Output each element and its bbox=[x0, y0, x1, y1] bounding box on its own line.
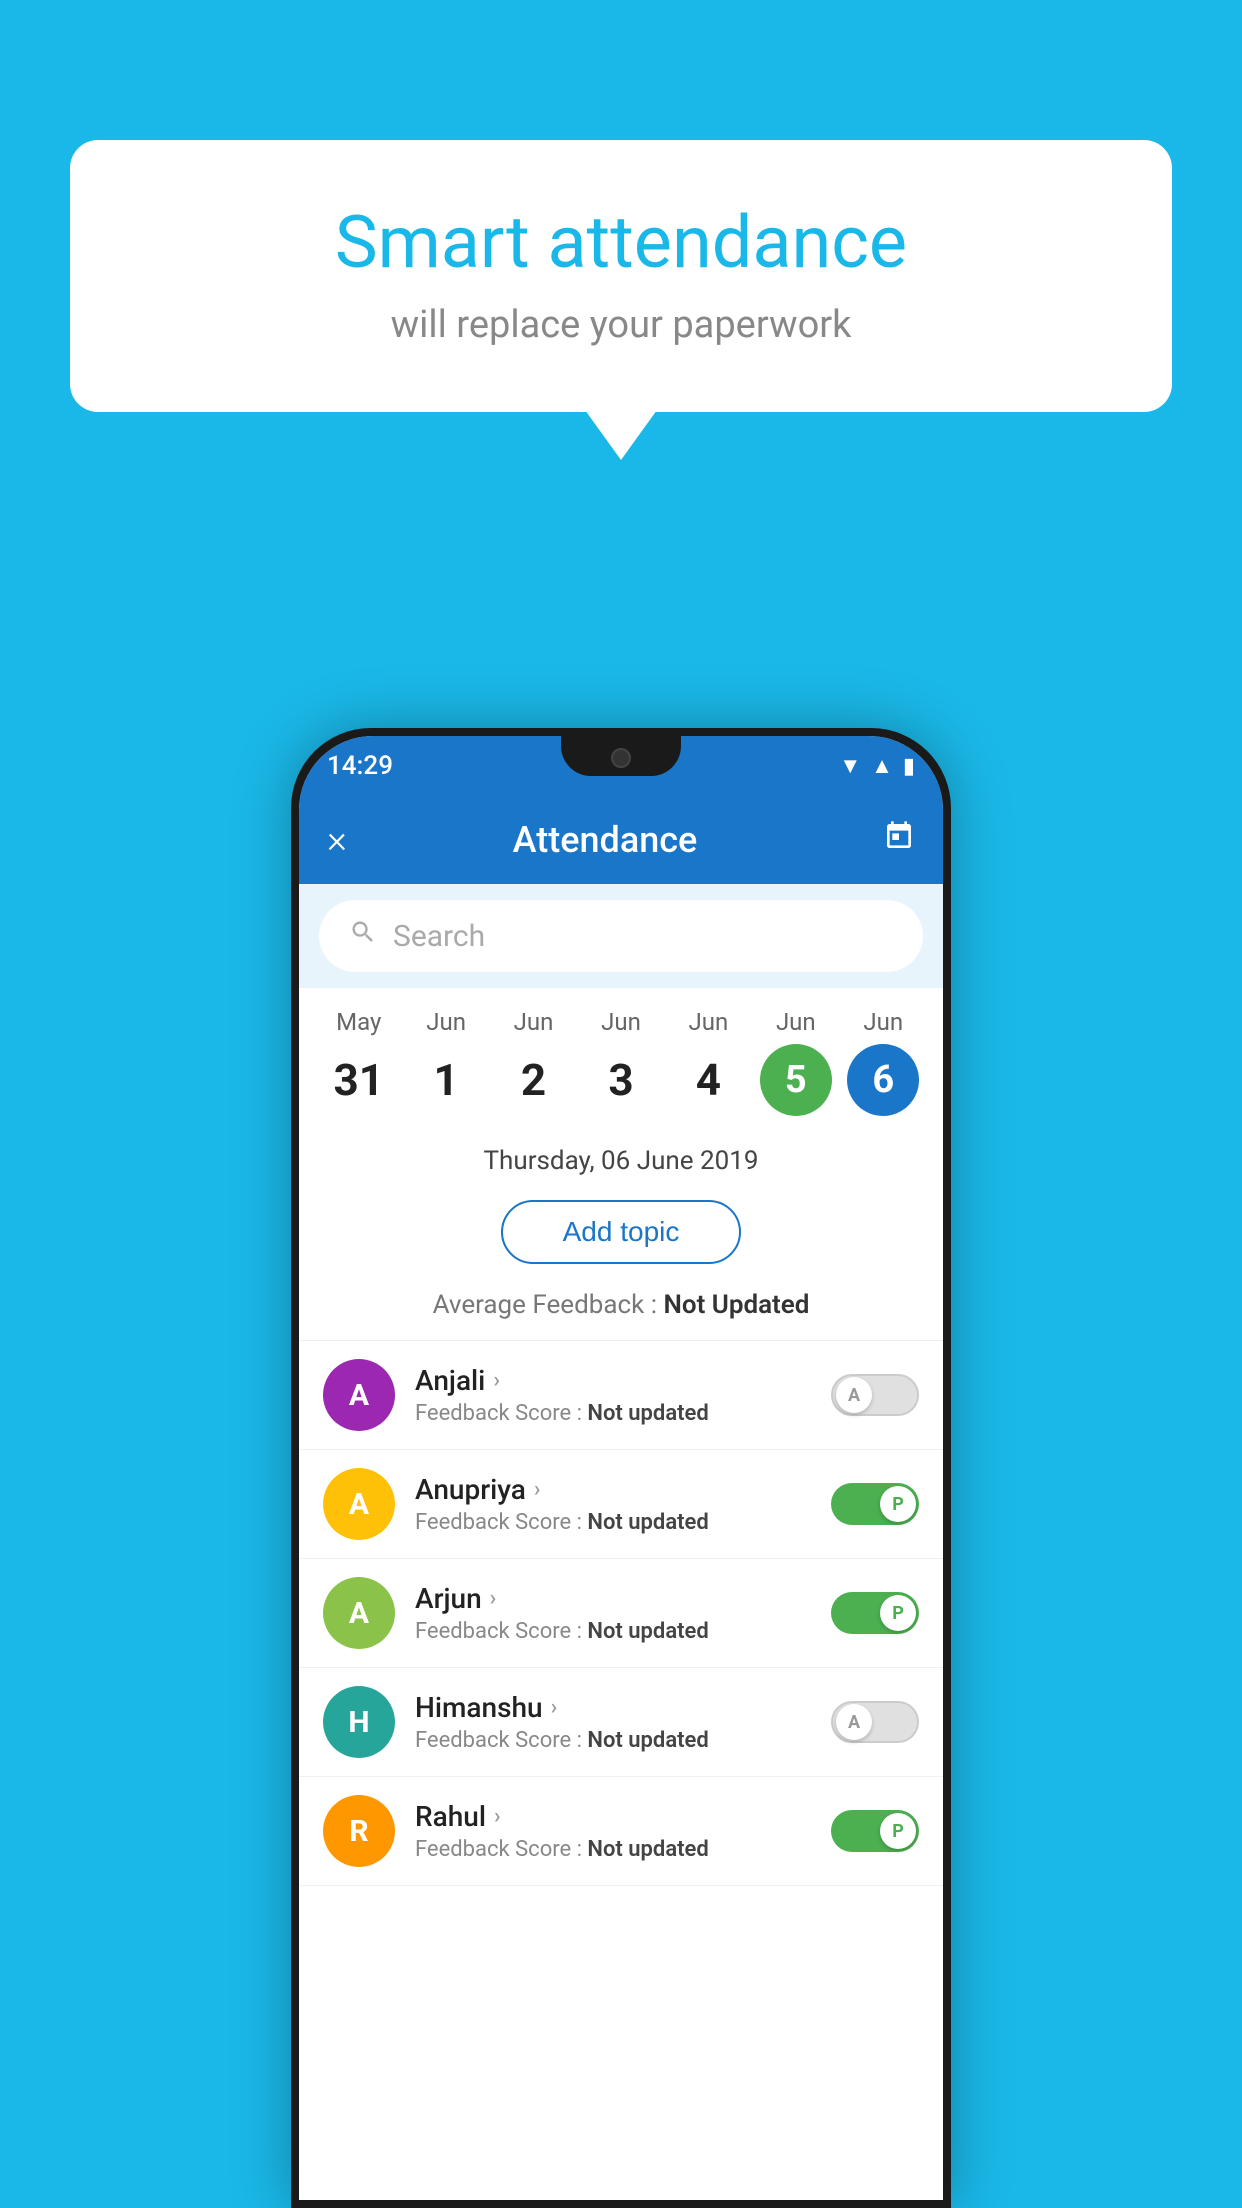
add-topic-wrapper: Add topic bbox=[299, 1186, 943, 1282]
search-bar[interactable]: Search bbox=[319, 900, 923, 972]
student-feedback-2: Feedback Score : Not updated bbox=[415, 1619, 811, 1644]
speech-bubble: Smart attendance will replace your paper… bbox=[70, 140, 1172, 412]
battery-icon: ▮ bbox=[903, 754, 915, 779]
date-item-2[interactable]: Jun 2 bbox=[498, 1008, 570, 1116]
toggle-knob-1: P bbox=[880, 1486, 916, 1522]
student-info-0: Anjali › Feedback Score : Not updated bbox=[415, 1364, 811, 1426]
student-feedback-3: Feedback Score : Not updated bbox=[415, 1728, 811, 1753]
camera-dot bbox=[611, 748, 631, 768]
student-avatar-4: R bbox=[323, 1795, 395, 1867]
date-month-3: Jun bbox=[601, 1008, 641, 1036]
date-day-4: 4 bbox=[672, 1044, 744, 1116]
date-day-6: 6 bbox=[847, 1044, 919, 1116]
date-item-5[interactable]: Jun 5 bbox=[760, 1008, 832, 1116]
student-info-1: Anupriya › Feedback Score : Not updated bbox=[415, 1473, 811, 1535]
date-month-2: Jun bbox=[514, 1008, 554, 1036]
date-month-0: May bbox=[336, 1008, 381, 1036]
chevron-icon-1: › bbox=[534, 1477, 541, 1502]
student-name-0: Anjali › bbox=[415, 1364, 811, 1397]
student-feedback-0: Feedback Score : Not updated bbox=[415, 1401, 811, 1426]
date-month-5: Jun bbox=[776, 1008, 816, 1036]
student-name-4: Rahul › bbox=[415, 1800, 811, 1833]
student-info-3: Himanshu › Feedback Score : Not updated bbox=[415, 1691, 811, 1753]
student-info-2: Arjun › Feedback Score : Not updated bbox=[415, 1582, 811, 1644]
student-toggle-1[interactable]: P bbox=[831, 1483, 919, 1525]
student-item-1[interactable]: A Anupriya › Feedback Score : Not updated P bbox=[299, 1450, 943, 1559]
date-item-4[interactable]: Jun 4 bbox=[672, 1008, 744, 1116]
bubble-subtitle: will replace your paperwork bbox=[150, 303, 1092, 347]
chevron-icon-3: › bbox=[551, 1695, 558, 1720]
student-avatar-1: A bbox=[323, 1468, 395, 1540]
date-item-1[interactable]: Jun 1 bbox=[410, 1008, 482, 1116]
status-time: 14:29 bbox=[327, 751, 393, 781]
chevron-icon-4: › bbox=[494, 1804, 501, 1829]
phone-frame: 14:29 ▼ ▲ ▮ × Attendance bbox=[291, 728, 951, 2208]
toggle-knob-4: P bbox=[880, 1813, 916, 1849]
date-item-3[interactable]: Jun 3 bbox=[585, 1008, 657, 1116]
date-day-1: 1 bbox=[410, 1044, 482, 1116]
selected-date-info: Thursday, 06 June 2019 bbox=[299, 1126, 943, 1186]
date-day-2: 2 bbox=[498, 1044, 570, 1116]
date-picker: May 31 Jun 1 Jun 2 Jun 3 Jun 4 Jun 5 Jun 6 bbox=[299, 988, 943, 1126]
phone-notch bbox=[561, 736, 681, 776]
toggle-knob-2: P bbox=[880, 1595, 916, 1631]
student-feedback-4: Feedback Score : Not updated bbox=[415, 1837, 811, 1862]
status-icons: ▼ ▲ ▮ bbox=[839, 753, 915, 779]
student-avatar-3: H bbox=[323, 1686, 395, 1758]
feedback-value: Not Updated bbox=[663, 1290, 809, 1320]
date-item-0[interactable]: May 31 bbox=[323, 1008, 395, 1116]
search-icon bbox=[349, 918, 377, 954]
add-topic-button[interactable]: Add topic bbox=[501, 1200, 742, 1264]
toggle-knob-0: A bbox=[836, 1377, 872, 1413]
app-bar: × Attendance bbox=[299, 796, 943, 884]
calendar-icon[interactable] bbox=[883, 820, 915, 860]
chevron-icon-0: › bbox=[493, 1368, 500, 1393]
student-avatar-2: A bbox=[323, 1577, 395, 1649]
date-day-0: 31 bbox=[323, 1044, 395, 1116]
student-name-3: Himanshu › bbox=[415, 1691, 811, 1724]
student-item-3[interactable]: H Himanshu › Feedback Score : Not updated A bbox=[299, 1668, 943, 1777]
signal-icon: ▲ bbox=[871, 753, 893, 779]
student-avatar-0: A bbox=[323, 1359, 395, 1431]
student-feedback-1: Feedback Score : Not updated bbox=[415, 1510, 811, 1535]
student-name-1: Anupriya › bbox=[415, 1473, 811, 1506]
student-list: AAnjali ›Feedback Score : Not updatedAAA… bbox=[299, 1341, 943, 1886]
date-item-6[interactable]: Jun 6 bbox=[847, 1008, 919, 1116]
date-day-5: 5 bbox=[760, 1044, 832, 1116]
student-toggle-2[interactable]: P bbox=[831, 1592, 919, 1634]
selected-date-text: Thursday, 06 June 2019 bbox=[484, 1146, 759, 1176]
student-item-4[interactable]: R Rahul › Feedback Score : Not updated P bbox=[299, 1777, 943, 1886]
date-month-1: Jun bbox=[426, 1008, 466, 1036]
speech-bubble-wrapper: Smart attendance will replace your paper… bbox=[70, 140, 1172, 412]
date-month-6: Jun bbox=[863, 1008, 903, 1036]
bubble-title: Smart attendance bbox=[150, 200, 1092, 285]
phone-inner: 14:29 ▼ ▲ ▮ × Attendance bbox=[299, 736, 943, 2200]
student-name-2: Arjun › bbox=[415, 1582, 811, 1615]
student-item-2[interactable]: A Arjun › Feedback Score : Not updated P bbox=[299, 1559, 943, 1668]
wifi-icon: ▼ bbox=[839, 753, 861, 779]
student-item-0[interactable]: A Anjali › Feedback Score : Not updated A bbox=[299, 1341, 943, 1450]
date-month-4: Jun bbox=[689, 1008, 729, 1036]
feedback-label: Average Feedback : bbox=[433, 1290, 664, 1320]
search-placeholder: Search bbox=[393, 919, 485, 954]
toggle-knob-3: A bbox=[836, 1704, 872, 1740]
date-day-3: 3 bbox=[585, 1044, 657, 1116]
student-toggle-4[interactable]: P bbox=[831, 1810, 919, 1852]
student-toggle-0[interactable]: A bbox=[831, 1374, 919, 1416]
feedback-summary: Average Feedback : Not Updated bbox=[299, 1282, 943, 1341]
search-bar-wrapper: Search bbox=[299, 884, 943, 988]
chevron-icon-2: › bbox=[490, 1586, 497, 1611]
app-bar-title: Attendance bbox=[327, 819, 883, 861]
student-info-4: Rahul › Feedback Score : Not updated bbox=[415, 1800, 811, 1862]
student-toggle-3[interactable]: A bbox=[831, 1701, 919, 1743]
